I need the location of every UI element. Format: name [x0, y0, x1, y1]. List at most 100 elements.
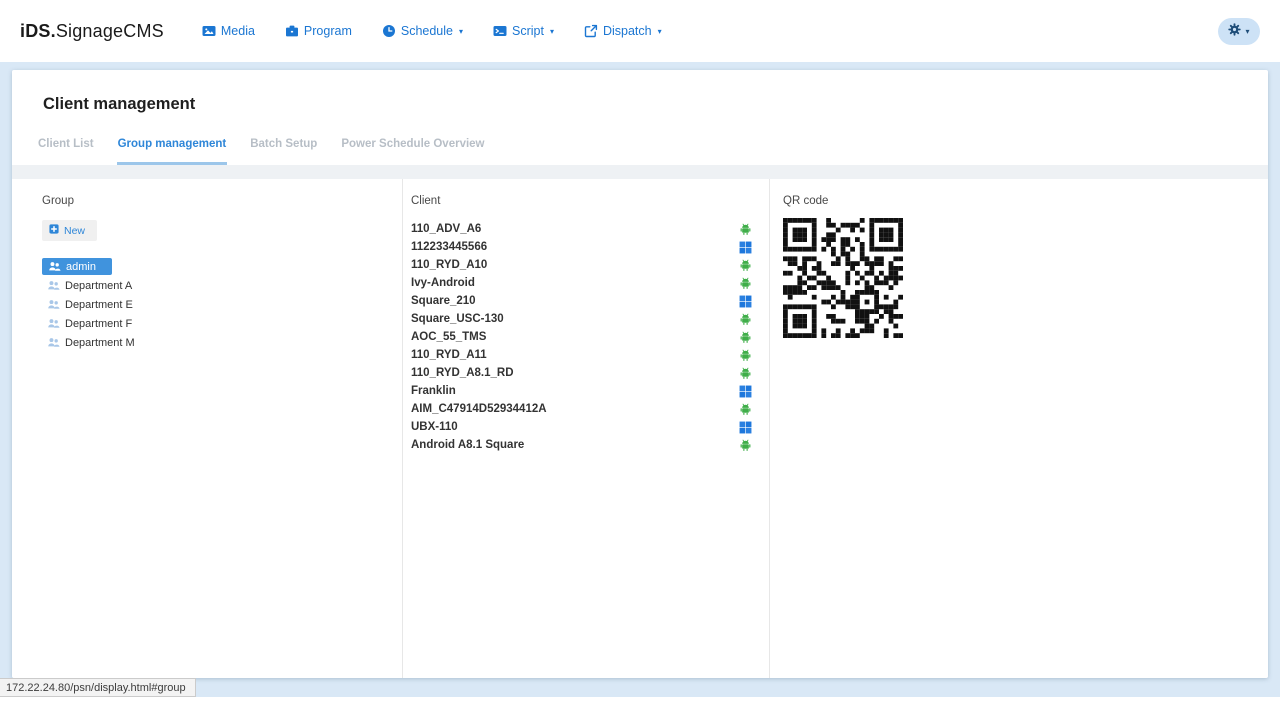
android-icon	[739, 367, 752, 380]
nav-item-media[interactable]: Media	[202, 24, 255, 38]
gear-icon	[1228, 23, 1242, 39]
logo-rest: SignageCMS	[55, 20, 164, 41]
page-background: Client management Client List Group manag…	[0, 62, 1280, 697]
client-panel: Client 110_ADV_A6 112233445566 110_RYD_A…	[403, 179, 770, 678]
tab-group-management[interactable]: Group management	[116, 138, 228, 165]
group-name: Department A	[65, 279, 133, 292]
settings-button[interactable]: ▾	[1218, 17, 1260, 45]
windows-icon	[739, 295, 752, 308]
nav-item-label: Schedule	[400, 24, 453, 38]
group-panel: Group New admin Department A Department …	[12, 179, 403, 678]
dispatch-icon	[584, 24, 598, 38]
status-url-tooltip: 172.22.24.80/psn/display.html#group	[0, 678, 196, 697]
client-name: 110_RYD_A8.1_RD	[411, 367, 514, 379]
client-name: AOC_55_TMS	[411, 331, 487, 343]
new-group-label: New	[64, 224, 86, 237]
client-row[interactable]: 112233445566	[411, 238, 752, 256]
qr-code-image	[783, 218, 903, 338]
nav-item-dispatch[interactable]: Dispatch ▾	[584, 24, 662, 38]
client-name: Franklin	[411, 385, 456, 397]
client-row[interactable]: AOC_55_TMS	[411, 328, 752, 346]
client-name: Android A8.1 Square	[411, 439, 525, 451]
app-logo: iDS.SignageCMS	[20, 21, 164, 42]
client-list: 110_ADV_A6 112233445566 110_RYD_A10 Ivy-…	[411, 220, 752, 454]
client-panel-header: Client	[411, 195, 441, 207]
nav-item-schedule[interactable]: Schedule ▾	[382, 24, 463, 38]
client-row[interactable]: Android A8.1 Square	[411, 436, 752, 454]
chevron-down-icon: ▾	[1245, 26, 1250, 36]
client-row[interactable]: 110_RYD_A11	[411, 346, 752, 364]
new-group-button[interactable]: New	[42, 220, 98, 241]
client-row[interactable]: Square_USC-130	[411, 310, 752, 328]
top-navbar: iDS.SignageCMS Media Program Schedule ▾ …	[0, 0, 1280, 62]
card-header: Client management Client List Group manag…	[12, 70, 1268, 165]
group-name: Department F	[65, 317, 133, 330]
client-name: 110_RYD_A11	[411, 349, 487, 361]
logo-bold: iDS.	[20, 20, 56, 41]
schedule-icon	[382, 24, 396, 38]
chevron-down-icon: ▾	[657, 26, 662, 36]
client-row[interactable]: Square_210	[411, 292, 752, 310]
qr-panel: QR code	[770, 179, 1268, 678]
qr-panel-header: QR code	[783, 195, 829, 207]
nav-item-program[interactable]: Program	[285, 24, 352, 38]
main-nav: Media Program Schedule ▾ Script ▾ Dispat…	[202, 24, 662, 38]
tab-client-list[interactable]: Client List	[37, 138, 95, 165]
nav-item-label: Script	[512, 24, 544, 38]
group-tree-item[interactable]: Department E	[47, 296, 133, 313]
users-icon	[47, 336, 60, 349]
client-management-card: Client management Client List Group manag…	[12, 70, 1268, 678]
windows-icon	[739, 421, 752, 434]
client-row[interactable]: 110_ADV_A6	[411, 220, 752, 238]
group-name: Department M	[65, 336, 135, 349]
users-icon	[47, 279, 60, 292]
plus-icon	[49, 224, 59, 237]
windows-icon	[739, 241, 752, 254]
group-name: Department E	[65, 298, 133, 311]
group-tree-item[interactable]: admin	[42, 258, 112, 275]
group-tree-item[interactable]: Department M	[47, 334, 135, 351]
nav-item-script[interactable]: Script ▾	[493, 24, 554, 38]
group-tree: admin Department A Department E Departme…	[42, 258, 402, 351]
tab-bar: Client List Group management Batch Setup Po…	[37, 138, 1243, 165]
client-name: Square_USC-130	[411, 313, 504, 325]
chevron-down-icon: ▾	[549, 26, 554, 36]
client-name: 112233445566	[411, 241, 488, 253]
client-name: 110_RYD_A10	[411, 259, 488, 271]
chevron-down-icon: ▾	[458, 26, 463, 36]
nav-item-label: Program	[303, 24, 352, 38]
client-row[interactable]: Franklin	[411, 382, 752, 400]
media-icon	[202, 24, 216, 38]
client-row[interactable]: UBX-110	[411, 418, 752, 436]
page-title: Client management	[43, 95, 196, 113]
client-row[interactable]: Ivy-Android	[411, 274, 752, 292]
users-icon	[48, 260, 61, 273]
android-icon	[739, 313, 752, 326]
windows-icon	[739, 385, 752, 398]
android-icon	[739, 349, 752, 362]
nav-item-label: Media	[220, 24, 255, 38]
android-icon	[739, 403, 752, 416]
users-icon	[47, 298, 60, 311]
script-icon	[493, 24, 507, 38]
group-tree-item[interactable]: Department A	[47, 277, 132, 294]
android-icon	[739, 259, 752, 272]
client-row[interactable]: 110_RYD_A10	[411, 256, 752, 274]
client-name: Ivy-Android	[411, 277, 475, 289]
group-panel-header: Group	[42, 195, 74, 207]
client-row[interactable]: 110_RYD_A8.1_RD	[411, 364, 752, 382]
program-icon	[285, 24, 299, 38]
group-name: admin	[66, 260, 96, 273]
users-icon	[47, 317, 60, 330]
tab-batch-setup[interactable]: Batch Setup	[249, 138, 318, 165]
nav-item-label: Dispatch	[602, 24, 652, 38]
android-icon	[739, 223, 752, 236]
client-name: AIM_C47914D52934412A	[411, 403, 547, 415]
android-icon	[739, 331, 752, 344]
client-row[interactable]: AIM_C47914D52934412A	[411, 400, 752, 418]
header-separator	[12, 165, 1268, 179]
content-area: Group New admin Department A Department …	[12, 179, 1268, 678]
android-icon	[739, 439, 752, 452]
tab-power-schedule-overview[interactable]: Power Schedule Overview	[340, 138, 485, 165]
group-tree-item[interactable]: Department F	[47, 315, 132, 332]
